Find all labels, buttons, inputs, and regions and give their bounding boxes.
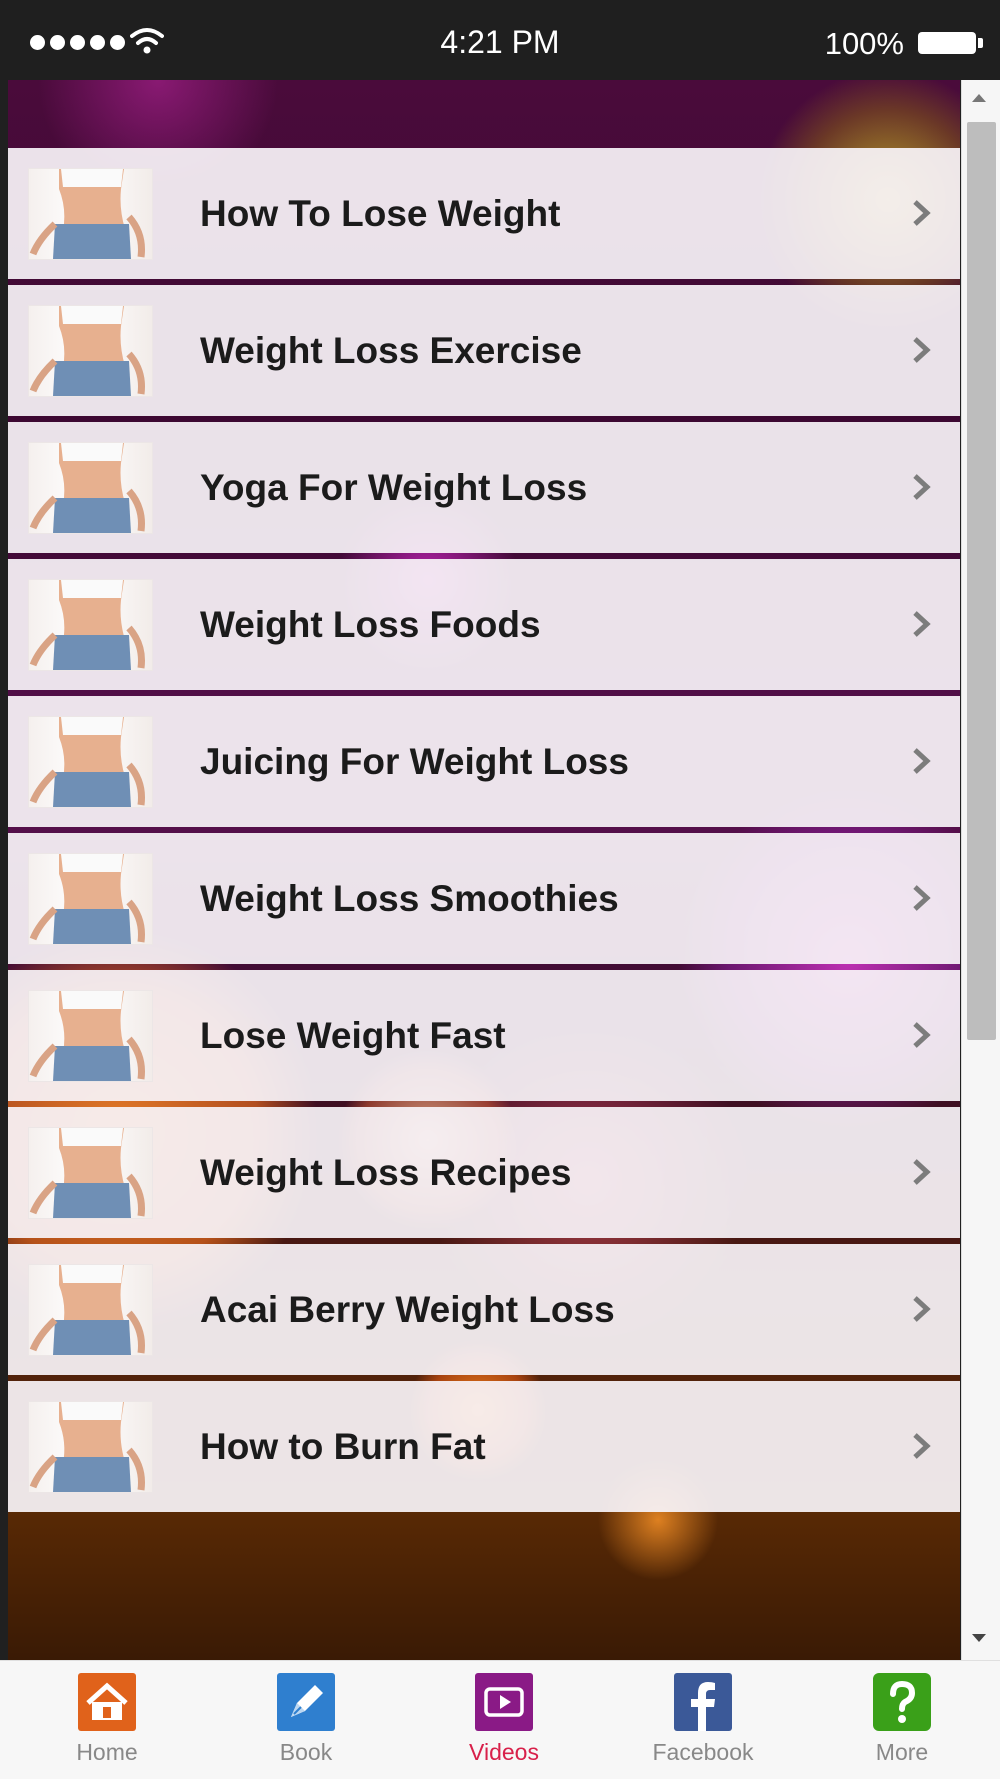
list-item[interactable]: Weight Loss Recipes (8, 1107, 960, 1238)
list-item-label: Weight Loss Exercise (200, 330, 582, 371)
list-item[interactable]: How to Burn Fat (8, 1381, 960, 1512)
scroll-up-arrow-icon[interactable] (972, 94, 986, 102)
chevron-right-icon (913, 885, 931, 911)
tab-book[interactable]: Book (236, 1673, 376, 1766)
list-item-label: How To Lose Weight (200, 193, 561, 234)
scroll-down-arrow-icon[interactable] (972, 1634, 986, 1642)
battery-icon (918, 32, 983, 54)
list-item[interactable]: Yoga For Weight Loss (8, 422, 960, 553)
pen-icon (277, 1673, 335, 1731)
weight-loss-thumbnail (28, 1264, 153, 1356)
tab-videos[interactable]: Videos (434, 1673, 574, 1766)
list-item-label: Yoga For Weight Loss (200, 467, 588, 508)
list-item[interactable]: How To Lose Weight (8, 148, 960, 279)
weight-loss-thumbnail (28, 990, 153, 1082)
chevron-right-icon (913, 1159, 931, 1185)
status-bar: 4:21 PM 100% (0, 0, 1000, 80)
chevron-right-icon (913, 200, 931, 226)
chevron-right-icon (913, 748, 931, 774)
tab-facebook[interactable]: Facebook (633, 1673, 773, 1766)
list-item-label: Weight Loss Smoothies (200, 878, 619, 919)
weight-loss-thumbnail (28, 1127, 153, 1219)
vertical-scrollbar[interactable] (961, 80, 1000, 1660)
chevron-right-icon (913, 474, 931, 500)
list-item[interactable]: Juicing For Weight Loss (8, 696, 960, 827)
weight-loss-thumbnail (28, 305, 153, 397)
bottom-tab-bar: Home Book Videos Facebook More (0, 1660, 1000, 1779)
chevron-right-icon (913, 1022, 931, 1048)
tab-label: Videos (469, 1739, 539, 1765)
chevron-right-icon (913, 1296, 931, 1322)
menu-list[interactable]: How To Lose Weight Weight Loss Exercise (8, 80, 960, 1660)
tab-more[interactable]: More (832, 1673, 972, 1766)
weight-loss-thumbnail (28, 579, 153, 671)
chevron-right-icon (913, 611, 931, 637)
list-item-label: Weight Loss Recipes (200, 1152, 572, 1193)
facebook-icon (674, 1673, 732, 1731)
list-item[interactable]: Acai Berry Weight Loss (8, 1244, 960, 1375)
play-icon (475, 1673, 533, 1731)
tab-label: Book (279, 1739, 333, 1765)
question-icon (873, 1673, 931, 1731)
tab-home[interactable]: Home (37, 1673, 177, 1766)
chevron-right-icon (913, 1433, 931, 1459)
home-icon (78, 1673, 136, 1731)
weight-loss-thumbnail (28, 442, 153, 534)
scrollbar-thumb[interactable] (967, 122, 996, 1040)
weight-loss-thumbnail (28, 716, 153, 808)
list-item-label: Juicing For Weight Loss (200, 741, 629, 782)
list-item-label: Weight Loss Foods (200, 604, 541, 645)
list-item-label: Lose Weight Fast (200, 1015, 506, 1056)
chevron-right-icon (913, 337, 931, 363)
list-item[interactable]: Lose Weight Fast (8, 970, 960, 1101)
list-item[interactable]: Weight Loss Foods (8, 559, 960, 690)
list-item-label: Acai Berry Weight Loss (200, 1289, 615, 1330)
list-item[interactable]: Weight Loss Smoothies (8, 833, 960, 964)
list-item-label: How to Burn Fat (200, 1426, 486, 1467)
weight-loss-thumbnail (28, 1401, 153, 1493)
tab-label: Home (76, 1739, 138, 1765)
tab-label: More (875, 1739, 929, 1765)
weight-loss-thumbnail (28, 853, 153, 945)
list-item[interactable]: Weight Loss Exercise (8, 285, 960, 416)
weight-loss-thumbnail (28, 168, 153, 260)
tab-label: Facebook (652, 1739, 754, 1765)
battery-percentage: 100% (824, 26, 904, 61)
